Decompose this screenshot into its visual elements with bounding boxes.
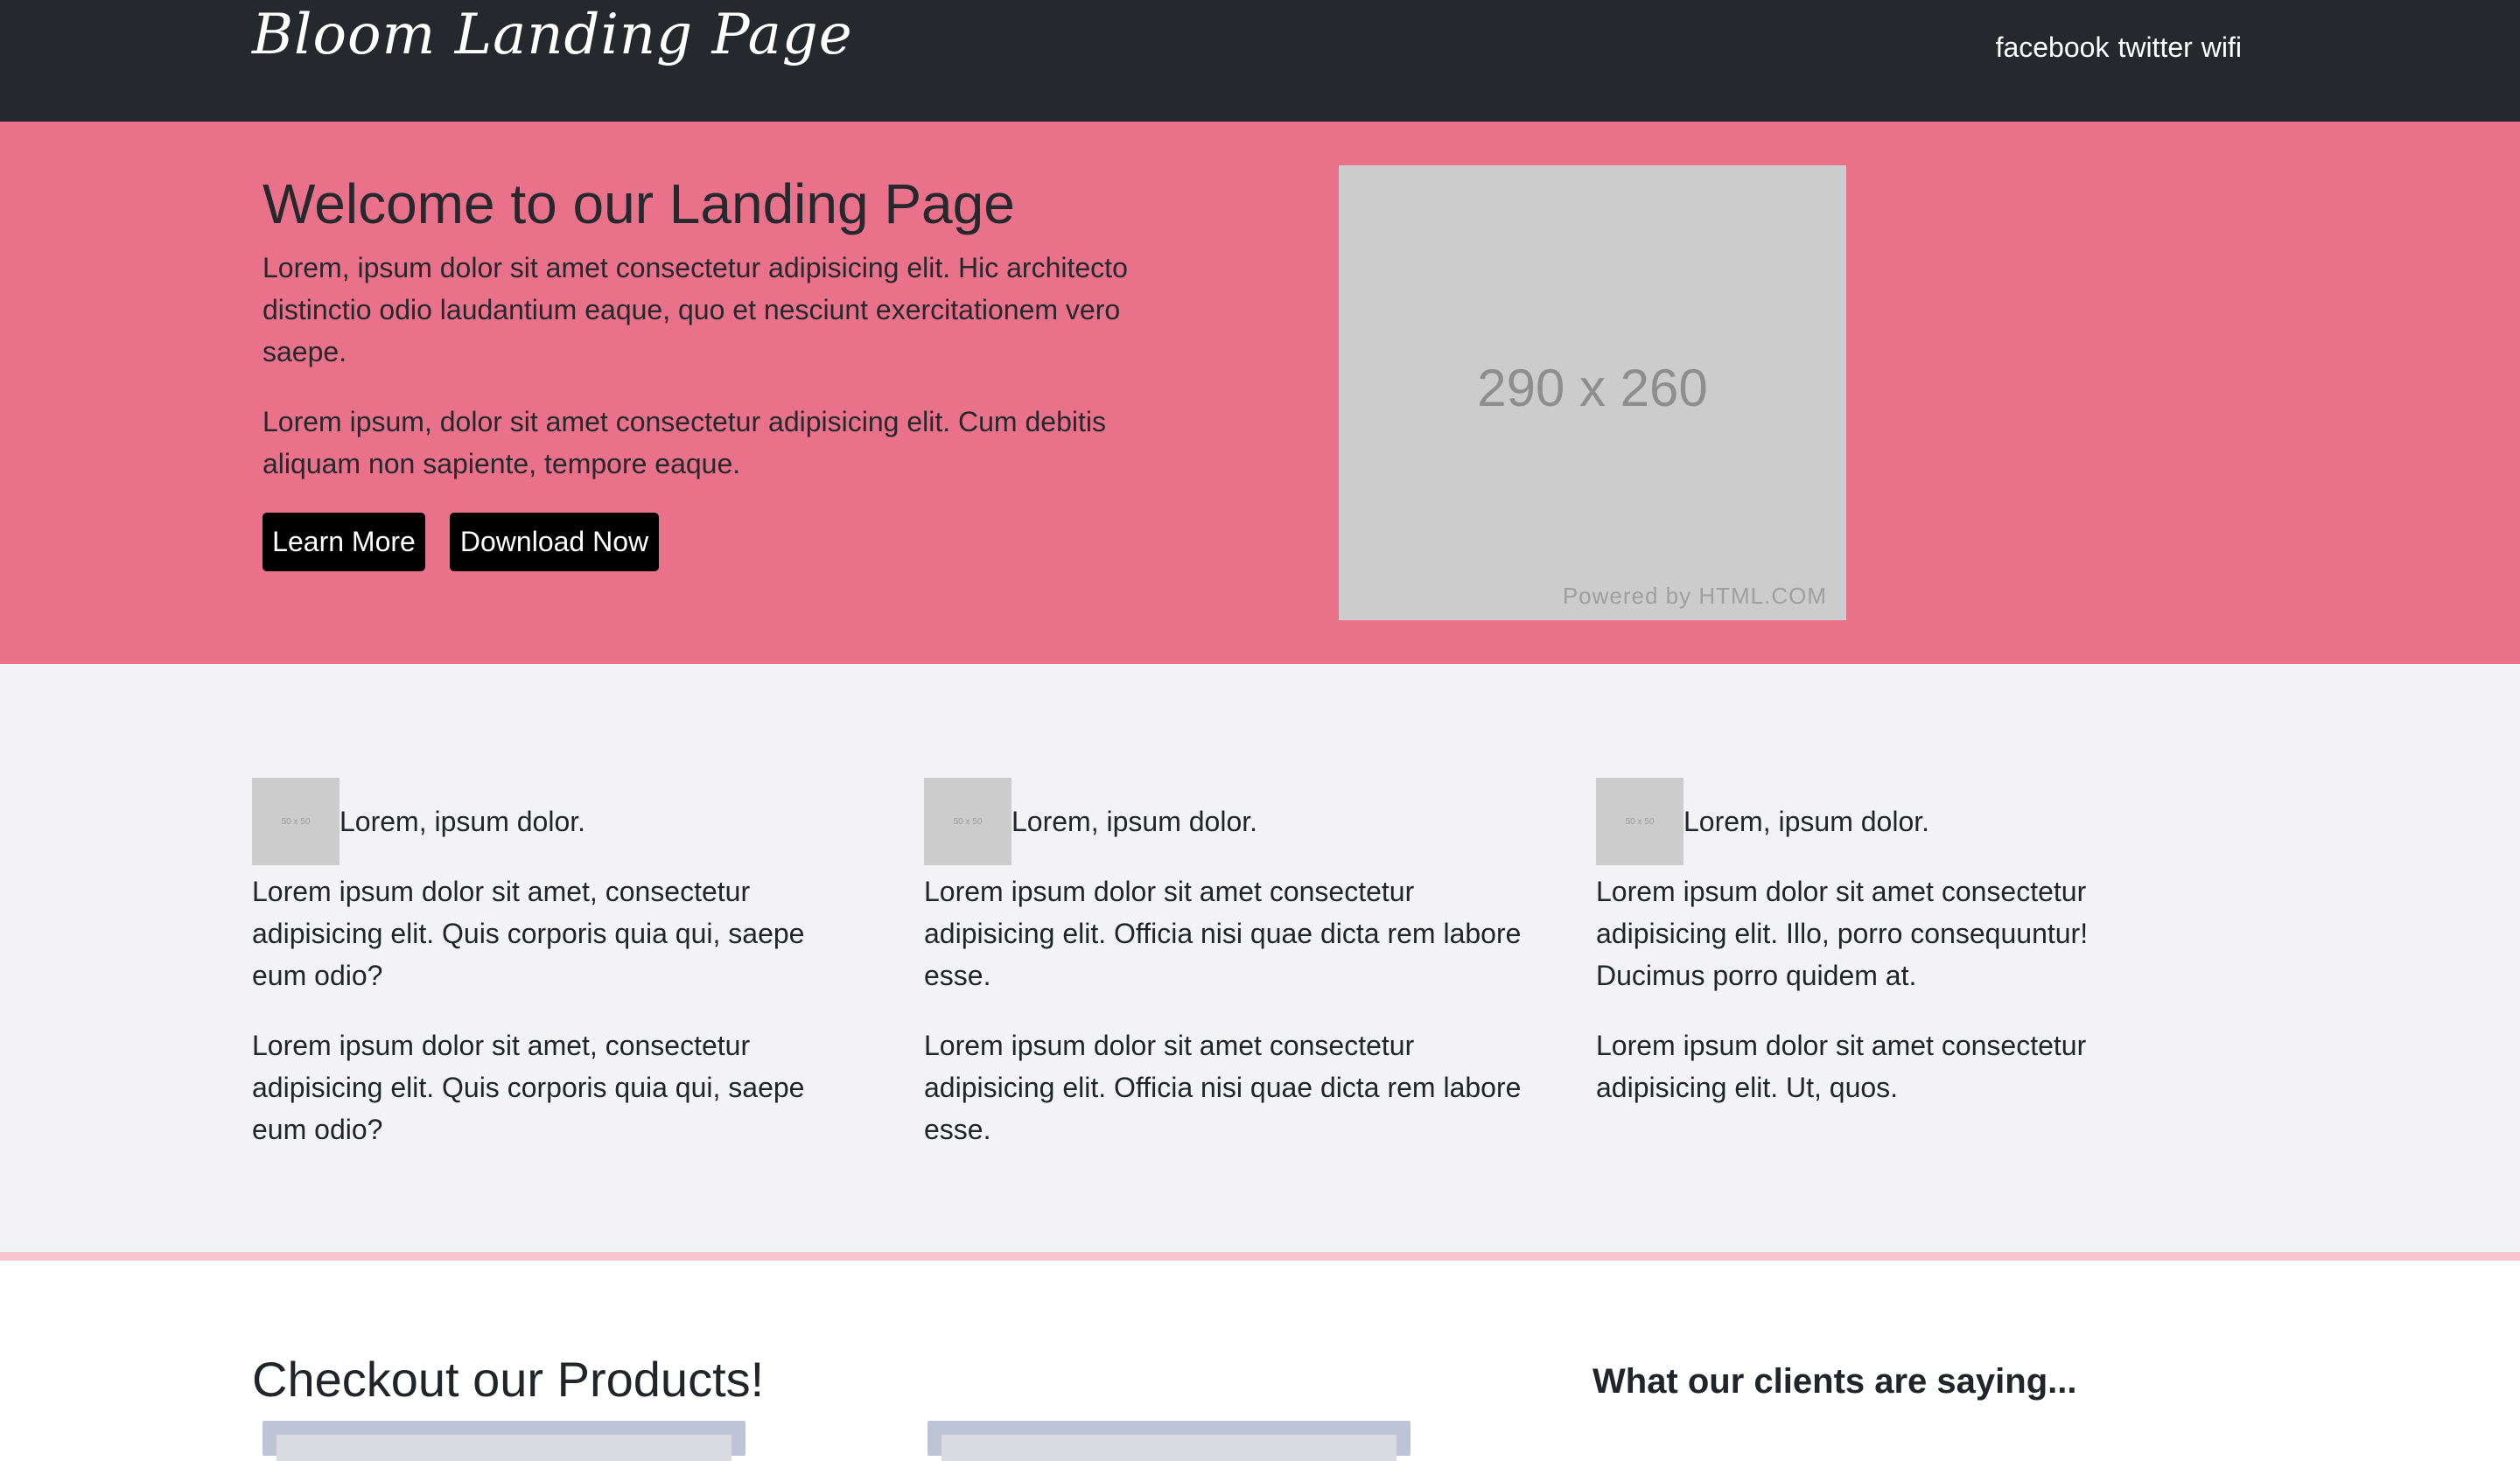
feature-paragraph: Lorem ipsum dolor sit amet consectetur a… bbox=[924, 1030, 1522, 1145]
feature-column: 50 x 50 Lorem, ipsum dolor. Lorem ipsum … bbox=[924, 778, 1554, 1150]
hero-paragraph: Lorem ipsum, dolor sit amet consectetur … bbox=[262, 406, 1106, 479]
feature-thumbnail: 50 x 50 bbox=[1596, 778, 1684, 865]
feature-column: 50 x 50 Lorem, ipsum dolor. Lorem ipsum … bbox=[1596, 778, 2226, 1108]
feature-column: 50 x 50 Lorem, ipsum dolor. Lorem ipsum … bbox=[252, 778, 882, 1150]
products-title: Checkout our Products! bbox=[252, 1352, 765, 1407]
brand-logo[interactable]: Bloom Landing Page bbox=[252, 0, 853, 70]
hero-paragraph: Lorem, ipsum dolor sit amet consectetur … bbox=[262, 252, 1128, 367]
learn-more-button[interactable]: Learn More bbox=[262, 513, 425, 571]
thumbnail-label: 50 x 50 bbox=[281, 816, 311, 827]
feature-thumbnail: 50 x 50 bbox=[924, 778, 1012, 865]
hero-title: Welcome to our Landing Page bbox=[262, 172, 1015, 235]
section-divider bbox=[0, 1252, 2520, 1261]
feature-paragraph: Lorem ipsum dolor sit amet consectetur a… bbox=[924, 876, 1522, 991]
feature-thumbnail: 50 x 50 bbox=[252, 778, 340, 865]
products-section: Checkout our Products! What our clients … bbox=[0, 1261, 2520, 1461]
feature-header: 50 x 50 Lorem, ipsum dolor. bbox=[1596, 778, 2226, 865]
features-section: 50 x 50 Lorem, ipsum dolor. Lorem ipsum … bbox=[0, 664, 2520, 1252]
image-dimensions-label: 290 x 260 bbox=[1477, 359, 1708, 417]
image-credit: Powered by HTML.COM bbox=[1562, 583, 1827, 609]
hero-section: Welcome to our Landing Page Lorem, ipsum… bbox=[0, 122, 2520, 664]
feature-title: Lorem, ipsum dolor. bbox=[1012, 806, 1258, 837]
feature-paragraph: Lorem ipsum dolor sit amet, consectetur … bbox=[252, 1030, 805, 1145]
twitter-link[interactable]: twitter bbox=[2118, 26, 2192, 68]
feature-paragraph: Lorem ipsum dolor sit amet consectetur a… bbox=[1596, 876, 2089, 991]
feature-paragraph: Lorem ipsum dolor sit amet, consectetur … bbox=[252, 876, 805, 991]
feature-paragraph: Lorem ipsum dolor sit amet consectetur a… bbox=[1596, 1030, 2087, 1103]
social-nav: facebook twitter wifi bbox=[1996, 26, 2242, 68]
thumbnail-label: 50 x 50 bbox=[953, 816, 983, 827]
product-card[interactable] bbox=[928, 1421, 1410, 1461]
wifi-link[interactable]: wifi bbox=[2202, 26, 2242, 68]
facebook-link[interactable]: facebook bbox=[1996, 26, 2110, 68]
thumbnail-label: 50 x 50 bbox=[1625, 816, 1655, 827]
feature-header: 50 x 50 Lorem, ipsum dolor. bbox=[252, 778, 882, 865]
product-card[interactable] bbox=[262, 1421, 746, 1461]
feature-title: Lorem, ipsum dolor. bbox=[1684, 806, 1930, 837]
feature-title: Lorem, ipsum dolor. bbox=[340, 806, 586, 837]
site-header: Bloom Landing Page facebook twitter wifi bbox=[0, 0, 2520, 122]
hero-placeholder-image: 290 x 260 Powered by HTML.COM bbox=[1339, 165, 1846, 620]
download-now-button[interactable]: Download Now bbox=[450, 513, 659, 571]
testimonials-title: What our clients are saying... bbox=[1592, 1362, 2077, 1401]
feature-header: 50 x 50 Lorem, ipsum dolor. bbox=[924, 778, 1554, 865]
